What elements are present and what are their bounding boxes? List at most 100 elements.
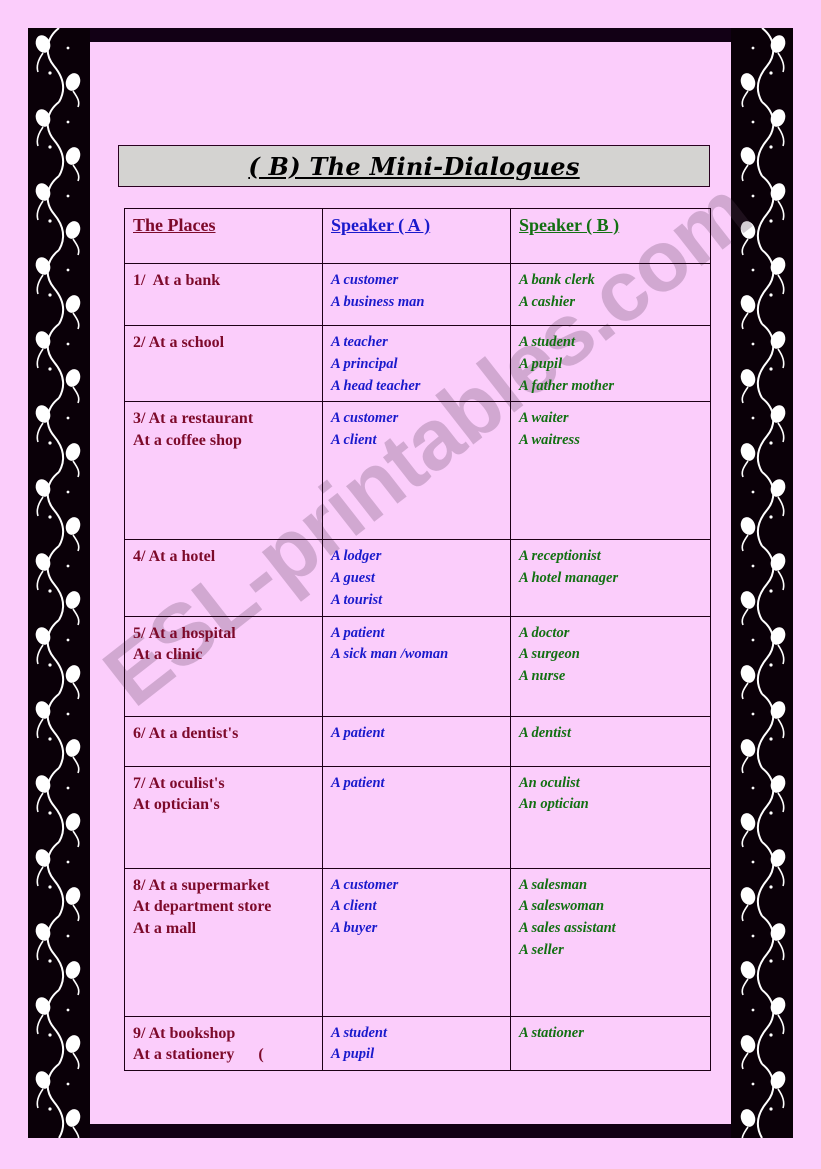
speaker-a-cell-line: A pupil — [331, 1046, 375, 1063]
place-cell-line: At department store — [133, 898, 272, 916]
column-header-label: Speaker ( A ) — [331, 215, 431, 235]
speaker-b-cell-line: A sales assistant — [519, 920, 616, 936]
speaker-a-cell-line: A client — [331, 432, 377, 448]
place-cell: 4/ At a hotel — [124, 539, 323, 617]
speaker-a-cell: A student A pupil — [322, 1015, 511, 1071]
speaker-b-cell: A doctor A surgeon A nurse — [510, 615, 711, 717]
speaker-a-cell-line: A patient — [331, 724, 385, 741]
speaker-b-cell-line: A nurse — [519, 668, 566, 684]
speaker-b-cell-line: A saleswoman — [519, 898, 605, 915]
place-cell-line: 5/ At a hospital — [133, 624, 236, 642]
speaker-a-cell-line: A student — [331, 1024, 388, 1041]
table-row: 3/ At a restaurant At a coffee shop A cust… — [124, 401, 711, 541]
decorative-frame: ESL-printables.com ( B) The Mini-Dialogu… — [28, 28, 793, 1138]
worksheet-content: ( B) The Mini-Dialogues The Places Speake… — [28, 28, 793, 1138]
speaker-b-cell-line: A dentist — [519, 724, 571, 741]
speaker-a-cell-line: A tourist — [331, 591, 383, 608]
speaker-a-cell-line: A principal — [331, 355, 398, 372]
table-row: 2/ At a school A teacher A principal A head… — [124, 324, 711, 403]
speaker-a-cell-line: A business man — [331, 293, 425, 310]
place-cell: 5/ At a hospital At a clinic — [124, 615, 323, 717]
speaker-b-cell-line: A waitress — [519, 432, 580, 448]
speaker-a-cell-line: A buyer — [331, 920, 378, 936]
speaker-b-cell: A bank clerk A cashier — [510, 263, 711, 326]
place-cell-line: 6/ At a dentist's — [133, 724, 239, 742]
speaker-a-cell: A customer A client — [322, 401, 511, 541]
speaker-a-cell-line: A customer — [331, 876, 399, 893]
speaker-b-cell-line: A receptionist — [519, 548, 601, 565]
place-cell: 2/ At a school — [124, 324, 323, 403]
speaker-a-cell-line: A sick man /woman — [331, 646, 449, 663]
table-row: 5/ At a hospital At a clinic A patient A si… — [124, 615, 711, 717]
speaker-b-cell-line: An oculist — [519, 774, 580, 791]
speaker-b-cell: A waiter A waitress — [510, 401, 711, 541]
place-cell-line: 2/ At a school — [133, 334, 225, 351]
speaker-b-cell-line: A student — [519, 334, 576, 350]
speaker-b-cell: An oculist An optician — [510, 765, 711, 869]
place-cell-line: 9/ At bookshop — [133, 1024, 236, 1042]
speaker-a-cell: A customer A business man — [322, 263, 511, 326]
speaker-b-cell-line: A salesman — [519, 876, 588, 893]
speaker-a-cell-line: A patient — [331, 774, 385, 791]
speaker-a-cell-line: A customer — [331, 272, 399, 288]
speaker-b-cell-line: A cashier — [519, 293, 575, 310]
table-row: 7/ At oculist's At optician's A patient An … — [124, 765, 711, 869]
speaker-b-cell-line: A father mother — [519, 377, 615, 394]
speaker-b-cell-line: A waiter — [519, 410, 569, 427]
speaker-a-cell-line: A client — [331, 898, 377, 915]
speaker-b-cell: A salesman A saleswoman A sales assistant A… — [510, 867, 711, 1017]
place-cell: 9/ At bookshop At a stationery ( — [124, 1015, 323, 1071]
column-header-label: The Places — [133, 215, 216, 235]
column-header-places: The Places — [124, 208, 323, 264]
table-row: 1/ At a bank A customer A business man A ba… — [124, 263, 711, 326]
place-cell-line: 8/ At a supermarket — [133, 876, 270, 894]
speaker-b-cell-line: A bank clerk — [519, 272, 595, 288]
column-header-label: Speaker ( B ) — [519, 215, 620, 235]
speaker-a-cell: A patient — [322, 715, 511, 767]
table-row: 9/ At bookshop At a stationery ( A student… — [124, 1015, 711, 1071]
place-cell-line: At a clinic — [133, 646, 203, 664]
place-cell-line: At a mall — [133, 919, 197, 937]
column-header-speakerb: Speaker ( B ) — [510, 208, 711, 264]
column-header-speakera: Speaker ( A ) — [322, 208, 511, 264]
place-cell-line: 4/ At a hotel — [133, 548, 216, 566]
speaker-a-cell: A patient — [322, 765, 511, 869]
speaker-a-cell: A patient A sick man /woman — [322, 615, 511, 717]
speaker-a-cell-line: A teacher — [331, 334, 388, 350]
speaker-b-cell-line: A seller — [519, 941, 564, 958]
speaker-a-cell: A lodger A guest A tourist — [322, 539, 511, 617]
place-cell-line: 7/ At oculist's — [133, 774, 225, 792]
place-cell-line: 3/ At a restaurant — [133, 410, 254, 428]
place-cell-line: 1/ At a bank — [133, 272, 221, 289]
speaker-b-cell-line: A stationer — [519, 1024, 584, 1041]
speaker-b-cell-line: A doctor — [519, 624, 570, 641]
table-row: 4/ At a hotel A lodger A guest A tourist A r… — [124, 539, 711, 617]
speaker-b-cell-line: A hotel manager — [519, 570, 619, 586]
table-header-row: The Places Speaker ( A ) Speaker ( B ) — [124, 208, 711, 264]
place-cell: 6/ At a dentist's — [124, 715, 323, 767]
speaker-b-cell-line: An optician — [519, 796, 589, 813]
place-cell-line: At optician's — [133, 796, 220, 814]
speaker-b-cell-line: A surgeon — [519, 646, 580, 663]
table-row: 6/ At a dentist's A patient A dentist — [124, 715, 711, 767]
speaker-a-cell-line: A patient — [331, 624, 385, 641]
page-title: ( B) The Mini-Dialogues — [248, 151, 580, 181]
speaker-a-cell-line: A head teacher — [331, 377, 421, 394]
speaker-a-cell-line: A customer — [331, 410, 399, 427]
speaker-b-cell: A receptionist A hotel manager — [510, 539, 711, 617]
place-cell: 3/ At a restaurant At a coffee shop — [124, 401, 323, 541]
speaker-b-cell-line: A pupil — [519, 355, 563, 372]
title-box: ( B) The Mini-Dialogues — [118, 145, 710, 187]
table-row: 8/ At a supermarket At department store At… — [124, 867, 711, 1017]
speaker-a-cell: A customer A client A buyer — [322, 867, 511, 1017]
speaker-b-cell: A stationer — [510, 1015, 711, 1071]
mini-dialogues-table: The Places Speaker ( A ) Speaker ( B ) 1/ A… — [124, 208, 711, 1071]
speaker-b-cell: A student A pupil A father mother — [510, 324, 711, 403]
speaker-a-cell-line: A guest — [331, 570, 375, 586]
place-cell-line: At a stationery ( — [133, 1046, 264, 1064]
place-cell-line: At a coffee shop — [133, 431, 242, 449]
speaker-a-cell-line: A lodger — [331, 548, 382, 565]
place-cell: 7/ At oculist's At optician's — [124, 765, 323, 869]
place-cell: 1/ At a bank — [124, 263, 323, 326]
speaker-a-cell: A teacher A principal A head teacher — [322, 324, 511, 403]
